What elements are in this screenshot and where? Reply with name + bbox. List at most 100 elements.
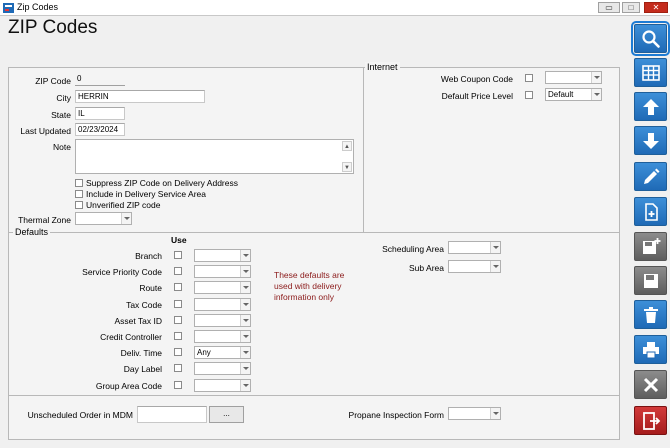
- print-icon: [642, 341, 659, 358]
- chevron-down-icon: [240, 363, 250, 374]
- propane-inspection-label: Propane Inspection Form: [348, 410, 444, 420]
- defaults-row-use-checkbox[interactable]: [174, 348, 182, 356]
- defaults-row-use-checkbox[interactable]: [174, 316, 182, 324]
- vertical-divider: [363, 68, 364, 232]
- unverified-zip-label: Unverified ZIP code: [86, 200, 161, 210]
- defaults-row-select[interactable]: [194, 314, 251, 327]
- scroll-down-icon[interactable]: ▼: [342, 162, 352, 172]
- next-record-button[interactable]: [634, 126, 667, 155]
- defaults-row-use-checkbox[interactable]: [174, 381, 182, 389]
- chevron-down-icon: [240, 331, 250, 342]
- unverified-zip-checkbox[interactable]: [75, 201, 83, 209]
- defaults-row-label: Deliv. Time: [120, 348, 162, 358]
- unscheduled-order-label: Unscheduled Order in MDM: [27, 410, 133, 420]
- defaults-row-use-checkbox[interactable]: [174, 364, 182, 372]
- chevron-down-icon: [121, 213, 131, 224]
- defaults-row-label: Group Area Code: [95, 381, 162, 391]
- unscheduled-order-browse-button[interactable]: ...: [209, 406, 244, 423]
- exit-button[interactable]: [634, 406, 667, 435]
- defaults-row-select[interactable]: [194, 379, 251, 392]
- zip-code-field[interactable]: 0: [75, 73, 125, 86]
- defaults-row-use-checkbox[interactable]: [174, 267, 182, 275]
- defaults-row-use-checkbox[interactable]: [174, 283, 182, 291]
- suppress-zip-checkbox[interactable]: [75, 179, 83, 187]
- defaults-row-label: Service Priority Code: [82, 267, 162, 277]
- chevron-down-icon: [240, 299, 250, 310]
- chevron-down-icon: [240, 282, 250, 293]
- defaults-row-use-checkbox[interactable]: [174, 300, 182, 308]
- web-coupon-select[interactable]: [545, 71, 602, 84]
- thermal-zone-select[interactable]: [75, 212, 132, 225]
- defaults-row-select[interactable]: [194, 330, 251, 343]
- defaults-row-select[interactable]: Any: [194, 346, 251, 359]
- defaults-row-label: Branch: [135, 251, 162, 261]
- save-button[interactable]: [634, 266, 667, 295]
- scroll-up-icon[interactable]: ▲: [342, 141, 352, 151]
- trash-icon: [643, 306, 658, 323]
- thermal-zone-label: Thermal Zone: [18, 215, 71, 225]
- chevron-down-icon: [490, 261, 500, 272]
- defaults-row-use-checkbox[interactable]: [174, 251, 182, 259]
- defaults-row-select[interactable]: [194, 265, 251, 278]
- sub-area-label: Sub Area: [409, 263, 444, 273]
- include-service-area-checkbox[interactable]: [75, 190, 83, 198]
- internet-section-label: Internet: [365, 62, 400, 72]
- defaults-info-line-1: These defaults are: [274, 270, 345, 280]
- defaults-row-label: Credit Controller: [100, 332, 162, 342]
- form-frame: Internet Defaults ZIP Code 0 City HERRIN…: [8, 62, 620, 440]
- last-updated-label: Last Updated: [20, 126, 71, 136]
- close-button[interactable]: ✕: [644, 2, 668, 13]
- search-button[interactable]: [631, 21, 670, 56]
- default-price-label: Default Price Level: [441, 91, 513, 101]
- defaults-row-select[interactable]: [194, 298, 251, 311]
- new-document-icon: [644, 202, 658, 221]
- cancel-button[interactable]: [634, 370, 667, 399]
- city-field[interactable]: HERRIN: [75, 90, 205, 103]
- note-textarea[interactable]: ▲ ▼: [75, 139, 354, 174]
- grid-icon: [641, 64, 660, 81]
- use-column-header: Use: [171, 235, 187, 245]
- include-service-area-label: Include in Delivery Service Area: [86, 189, 207, 199]
- defaults-info-line-3: information only: [274, 292, 335, 302]
- defaults-row-select-value: Any: [197, 348, 211, 357]
- sub-area-select[interactable]: [448, 260, 501, 273]
- default-price-select[interactable]: Default: [545, 88, 602, 101]
- default-price-checkbox[interactable]: [525, 91, 533, 99]
- restore-button[interactable]: □: [622, 2, 640, 13]
- new-record-button[interactable]: [634, 197, 667, 226]
- defaults-divider: [9, 232, 619, 233]
- save-new-button[interactable]: [634, 232, 667, 261]
- pencil-icon: [643, 168, 659, 184]
- edit-button[interactable]: [634, 162, 667, 191]
- defaults-row-select[interactable]: [194, 249, 251, 262]
- minimize-button[interactable]: ▭: [598, 2, 620, 13]
- suppress-zip-label: Suppress ZIP Code on Delivery Address: [86, 178, 238, 188]
- defaults-row-select[interactable]: [194, 362, 251, 375]
- arrow-down-icon: [642, 132, 659, 149]
- app-logo-icon: [3, 3, 14, 13]
- defaults-row-select[interactable]: [194, 281, 251, 294]
- chevron-down-icon: [240, 266, 250, 277]
- defaults-section-label: Defaults: [13, 227, 51, 237]
- chevron-down-icon: [240, 380, 250, 391]
- chevron-down-icon: [591, 89, 601, 100]
- defaults-row-label: Day Label: [123, 364, 162, 374]
- scheduling-area-label: Scheduling Area: [382, 244, 444, 254]
- state-field[interactable]: IL: [75, 107, 125, 120]
- scheduling-area-select[interactable]: [448, 241, 501, 254]
- grid-view-button[interactable]: [634, 58, 667, 87]
- exit-icon: [642, 411, 660, 430]
- defaults-row-use-checkbox[interactable]: [174, 332, 182, 340]
- propane-inspection-select[interactable]: [448, 407, 501, 420]
- chevron-down-icon: [591, 72, 601, 83]
- note-label: Note: [53, 142, 71, 152]
- chevron-down-icon: [240, 250, 250, 261]
- web-coupon-label: Web Coupon Code: [440, 74, 513, 84]
- previous-record-button[interactable]: [634, 92, 667, 121]
- unscheduled-order-field[interactable]: [137, 406, 207, 423]
- delete-button[interactable]: [634, 300, 667, 329]
- save-icon: [643, 273, 658, 288]
- zip-code-label: ZIP Code: [35, 76, 71, 86]
- print-button[interactable]: [634, 335, 667, 364]
- web-coupon-checkbox[interactable]: [525, 74, 533, 82]
